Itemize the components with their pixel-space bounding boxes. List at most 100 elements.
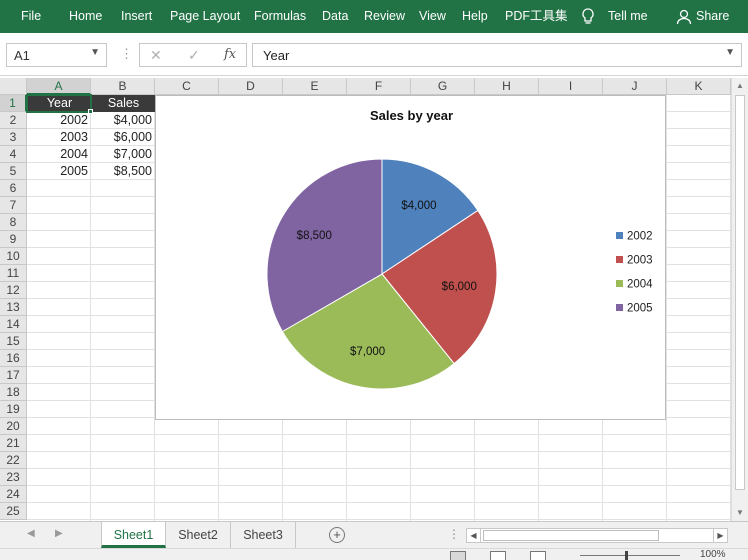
table-cell[interactable]: $6,000 (92, 129, 155, 146)
horizontal-scroll-thumb[interactable] (483, 530, 659, 541)
page-layout-view-icon[interactable] (490, 551, 506, 560)
formula-value: Year (263, 48, 290, 63)
menu-insert[interactable]: Insert (121, 0, 152, 33)
table-cell[interactable]: $7,000 (92, 146, 155, 163)
row-header-10[interactable]: 10 (0, 248, 27, 265)
table-cell[interactable]: 2003 (28, 129, 91, 146)
user-icon[interactable] (676, 0, 692, 33)
row-header-20[interactable]: 20 (0, 418, 27, 435)
data-label-2005: $8,500 (297, 230, 332, 242)
table-cell[interactable]: $8,500 (92, 163, 155, 180)
table-cell[interactable]: 2002 (28, 112, 91, 129)
row-header-3[interactable]: 3 (0, 129, 27, 146)
tab-sheet3[interactable]: Sheet3 (231, 522, 296, 548)
select-all-corner[interactable] (0, 78, 27, 95)
menu-page-layout[interactable]: Page Layout (170, 0, 240, 33)
fill-handle[interactable] (88, 109, 93, 114)
tab-next-icon[interactable]: ▶ (55, 528, 63, 539)
column-header-h[interactable]: H (475, 78, 539, 95)
column-header-a[interactable]: A (27, 78, 91, 95)
data-label-2002: $4,000 (401, 200, 436, 212)
lightbulb-icon[interactable] (581, 0, 595, 33)
tab-sheet1[interactable]: Sheet1 (101, 522, 166, 548)
tab-prev-icon[interactable]: ◀ (27, 528, 35, 539)
row-header-19[interactable]: 19 (0, 401, 27, 418)
legend-swatch-2005 (616, 304, 623, 311)
table-cell[interactable]: $4,000 (92, 112, 155, 129)
tab-sheet2[interactable]: Sheet2 (166, 522, 231, 548)
cancel-icon[interactable]: ✕ (150, 47, 162, 64)
row-header-8[interactable]: 8 (0, 214, 27, 231)
menu-help[interactable]: Help (462, 0, 488, 33)
pie-chart[interactable]: Sales by year $4,000 $6,000 $7,000 $8,500 20… (155, 95, 666, 420)
row-header-18[interactable]: 18 (0, 384, 27, 401)
row-header-11[interactable]: 11 (0, 265, 27, 282)
row-header-6[interactable]: 6 (0, 180, 27, 197)
pie-chart-plot: $4,000 $6,000 $7,000 $8,500 2002 2003 2004 2005 (266, 158, 653, 390)
vertical-scroll-thumb[interactable] (735, 95, 745, 490)
column-header-g[interactable]: G (411, 78, 475, 95)
row-header-21[interactable]: 21 (0, 435, 27, 452)
column-header-c[interactable]: C (155, 78, 219, 95)
name-box[interactable]: A1 ▼ (6, 43, 107, 67)
horizontal-scrollbar[interactable]: ◀ ▶ (466, 528, 728, 543)
normal-view-icon[interactable] (450, 551, 466, 560)
scroll-right-icon[interactable]: ▶ (713, 529, 727, 542)
zoom-level[interactable]: 100% (700, 549, 726, 560)
row-header-14[interactable]: 14 (0, 316, 27, 333)
row-header-25[interactable]: 25 (0, 503, 27, 520)
formula-buttons: ✕ ✓ fx (139, 43, 247, 67)
row-header-9[interactable]: 9 (0, 231, 27, 248)
row-header-13[interactable]: 13 (0, 299, 27, 316)
table-header-sales[interactable]: Sales (92, 95, 155, 112)
split-handle-icon[interactable]: ⋮ (448, 527, 460, 541)
chevron-down-icon[interactable]: ▼ (90, 47, 100, 58)
add-sheet-icon[interactable]: + (329, 527, 345, 543)
formula-input[interactable]: Year ▼ (252, 43, 742, 67)
menu-review[interactable]: Review (364, 0, 405, 33)
column-header-j[interactable]: J (603, 78, 667, 95)
row-header-24[interactable]: 24 (0, 486, 27, 503)
row-header-4[interactable]: 4 (0, 146, 27, 163)
scroll-down-icon[interactable]: ▼ (732, 505, 748, 521)
vertical-scrollbar[interactable]: ▲ ▼ (731, 78, 748, 521)
menu-pdf-tools[interactable]: PDF工具集 (505, 0, 568, 33)
menu-formulas[interactable]: Formulas (254, 0, 306, 33)
expand-formula-icon[interactable]: ▼ (725, 47, 735, 58)
menu-data[interactable]: Data (322, 0, 348, 33)
row-header-5[interactable]: 5 (0, 163, 27, 180)
scroll-up-icon[interactable]: ▲ (732, 78, 748, 94)
column-header-b[interactable]: B (91, 78, 155, 95)
row-header-17[interactable]: 17 (0, 367, 27, 384)
row-header-2[interactable]: 2 (0, 112, 27, 129)
insert-function-icon[interactable]: fx (224, 47, 236, 62)
row-header-1[interactable]: 1 (0, 95, 27, 112)
page-break-view-icon[interactable] (530, 551, 546, 560)
legend-swatch-2004 (616, 280, 623, 287)
row-header-15[interactable]: 15 (0, 333, 27, 350)
table-cell[interactable]: 2004 (28, 146, 91, 163)
tell-me-search[interactable]: Tell me (608, 0, 648, 33)
more-options-icon[interactable]: ⋮ (120, 46, 133, 62)
zoom-slider[interactable] (580, 555, 680, 556)
table-cell[interactable]: 2005 (28, 163, 91, 180)
zoom-slider-knob[interactable] (625, 551, 628, 560)
column-header-i[interactable]: I (539, 78, 603, 95)
share-button[interactable]: Share (696, 0, 729, 33)
enter-icon[interactable]: ✓ (188, 47, 200, 64)
row-header-22[interactable]: 22 (0, 452, 27, 469)
menu-file[interactable]: File (21, 0, 41, 33)
column-header-k[interactable]: K (667, 78, 731, 95)
column-header-f[interactable]: F (347, 78, 411, 95)
scroll-left-icon[interactable]: ◀ (467, 529, 481, 542)
column-header-d[interactable]: D (219, 78, 283, 95)
column-header-e[interactable]: E (283, 78, 347, 95)
row-header-23[interactable]: 23 (0, 469, 27, 486)
legend-label-2003: 2003 (627, 255, 653, 267)
row-header-12[interactable]: 12 (0, 282, 27, 299)
row-header-7[interactable]: 7 (0, 197, 27, 214)
row-header-16[interactable]: 16 (0, 350, 27, 367)
table-header-year[interactable]: Year (28, 95, 91, 112)
menu-home[interactable]: Home (69, 0, 102, 33)
menu-view[interactable]: View (419, 0, 446, 33)
